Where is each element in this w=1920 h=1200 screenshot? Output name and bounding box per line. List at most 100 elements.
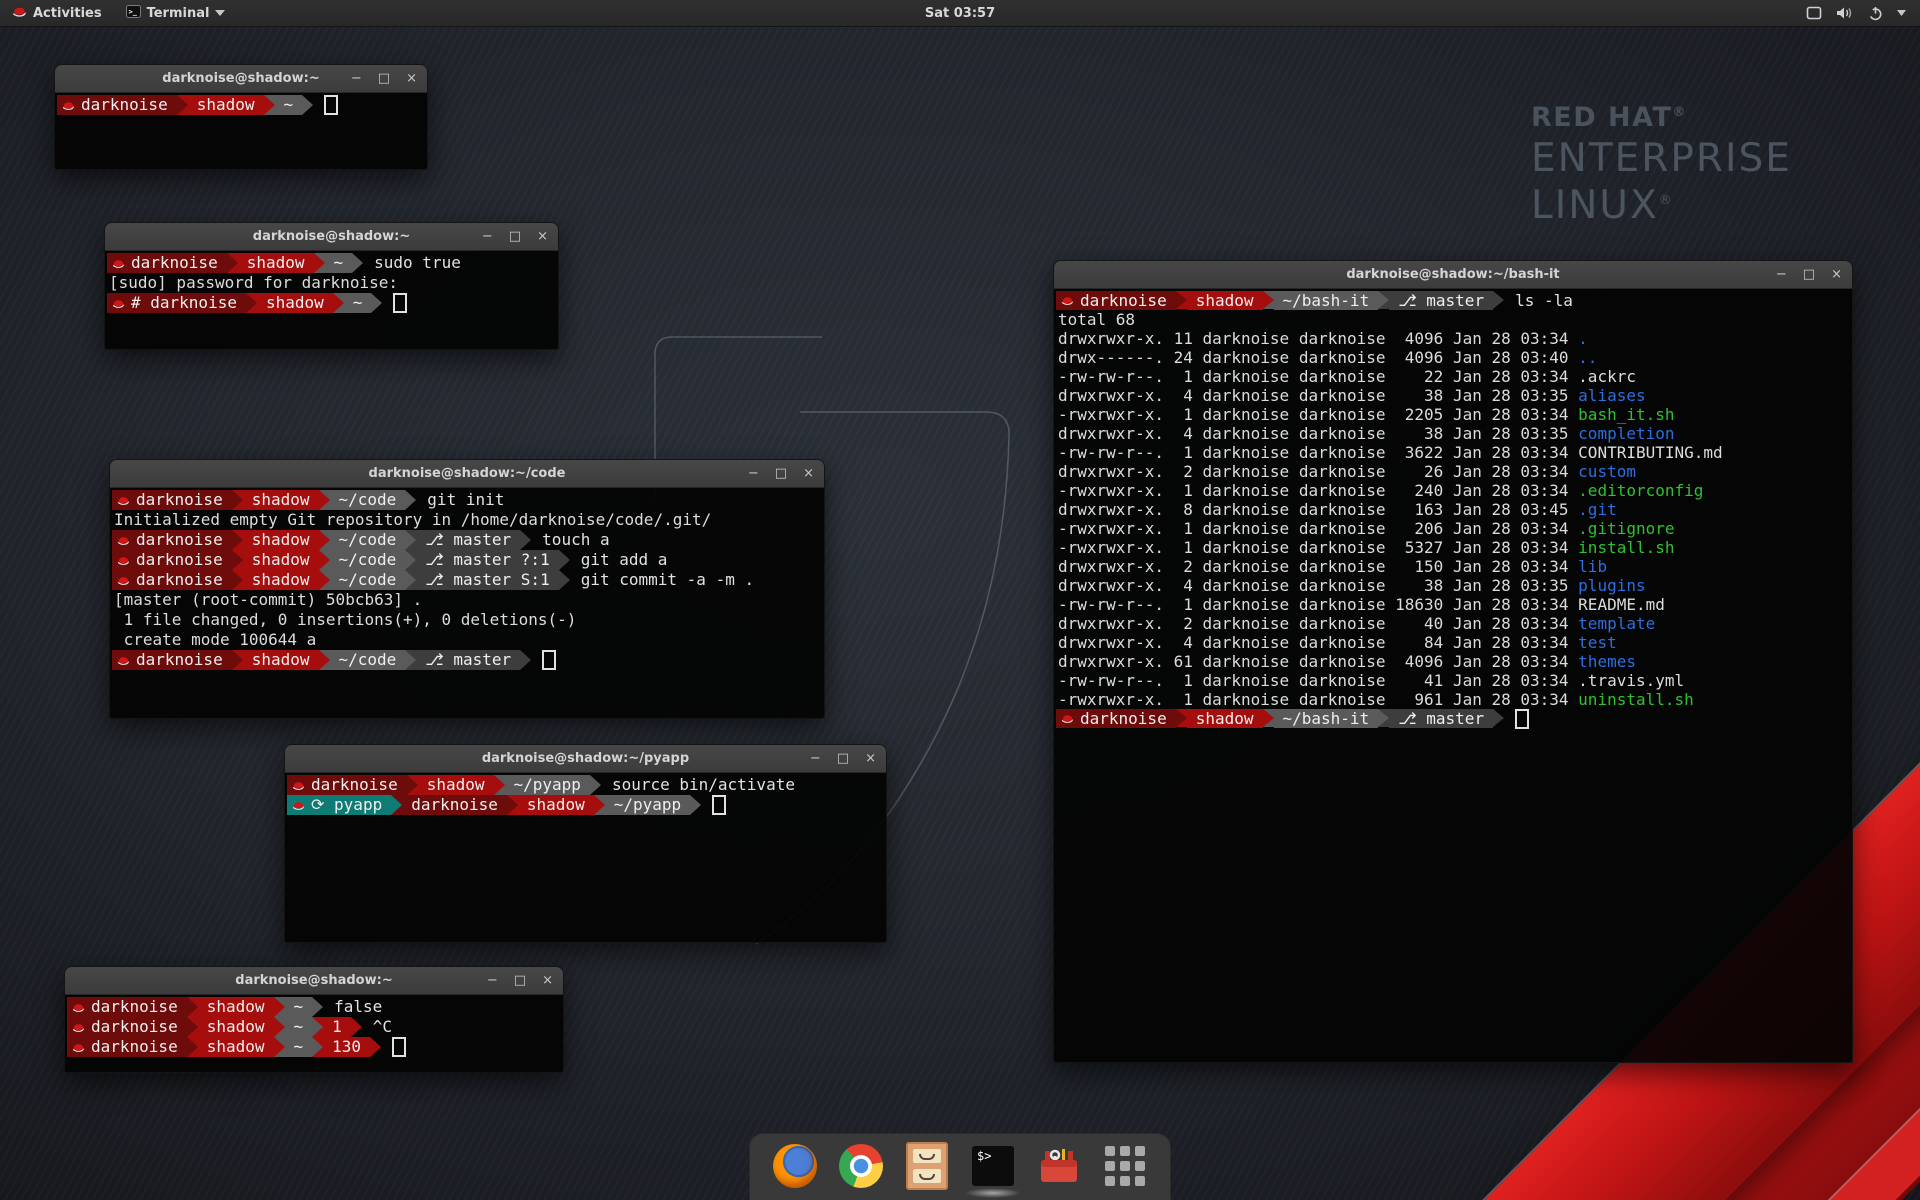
output-text: drwxrwxr-x. 8 darknoise darknoise 163 Ja… (1058, 500, 1578, 519)
segment-separator (333, 293, 344, 313)
toolbox-icon[interactable] (1036, 1143, 1082, 1189)
titlebar[interactable]: darknoise@shadow:~ − □ × (105, 223, 558, 251)
output-line: -rw-rw-r--. 1 darknoise darknoise 3622 J… (1056, 443, 1852, 462)
terminal-content[interactable]: darknoiseshadow~falsedarknoiseshadow~1^C… (65, 995, 563, 1072)
terminal-content[interactable]: darknoiseshadow~ (55, 93, 427, 169)
command-text: source bin/activate (612, 775, 795, 795)
segment-separator (1176, 291, 1187, 309)
prompt-segment-host: shadow (243, 570, 319, 590)
segment-separator (590, 775, 601, 795)
terminal-window-sudo[interactable]: darknoise@shadow:~ − □ × darknoiseshadow~sud… (104, 222, 559, 350)
executable-name: .editorconfig (1578, 481, 1703, 500)
close-button[interactable]: × (1831, 268, 1842, 281)
minimize-button[interactable]: − (1776, 268, 1787, 281)
titlebar[interactable]: darknoise@shadow:~−□× (55, 65, 427, 93)
prompt-segment-path: ~ (285, 1017, 313, 1037)
output-text: -rw-rw-r--. 1 darknoise darknoise 41 Jan… (1058, 671, 1578, 690)
close-button[interactable]: × (803, 467, 814, 480)
segment-separator (370, 1037, 381, 1057)
output-line: drwxrwxr-x. 4 darknoise darknoise 38 Jan… (1056, 576, 1852, 595)
maximize-button[interactable]: □ (775, 467, 787, 480)
segment-separator (319, 570, 330, 590)
titlebar[interactable]: darknoise@shadow:~/pyapp−□× (285, 745, 886, 773)
close-button[interactable]: × (865, 752, 876, 765)
output-text: CONTRIBUTING.md (1578, 443, 1723, 462)
output-line: create mode 100644 a (112, 630, 824, 650)
svg-text:>_: >_ (128, 8, 137, 16)
executable-name: bash_it.sh (1578, 405, 1674, 424)
redhat-icon (112, 530, 132, 550)
command-text: git add a (581, 550, 668, 570)
files-icon[interactable] (904, 1143, 950, 1189)
prompt-segment-path: ~ (325, 253, 353, 273)
terminal-window-bashit[interactable]: darknoise@shadow:~/bash-it−□×darknoisesh… (1053, 260, 1853, 1063)
output-line: 1 file changed, 0 insertions(+), 0 delet… (112, 610, 824, 630)
maximize-button[interactable]: □ (509, 230, 521, 243)
segment-separator (187, 1037, 198, 1057)
prompt-segment-user: darknoise (87, 1017, 187, 1037)
activities-button[interactable]: Activities (0, 0, 114, 26)
minimize-button[interactable]: − (748, 467, 759, 480)
system-status-area[interactable] (1798, 0, 1914, 26)
prompt-segment-user: darknoise (132, 550, 232, 570)
terminal-content[interactable]: darknoiseshadow~/pyappsource bin/activat… (285, 773, 886, 942)
output-text: total 68 (1058, 310, 1135, 329)
prompt-segment-host: shadow (243, 530, 319, 550)
output-text: README.md (1578, 595, 1665, 614)
maximize-button[interactable]: □ (837, 752, 849, 765)
output-text: [sudo] password for darknoise: (109, 273, 398, 292)
redhat-icon (67, 997, 87, 1017)
terminal-icon[interactable]: $> (970, 1143, 1016, 1189)
window-title: darknoise@shadow:~ (253, 229, 410, 244)
terminal-window-home-small[interactable]: darknoise@shadow:~−□×darknoiseshadow~ (54, 64, 428, 170)
maximize-button[interactable]: □ (514, 974, 526, 987)
terminal-window-exitcodes[interactable]: darknoise@shadow:~−□×darknoiseshadow~fal… (64, 966, 564, 1073)
output-text: drwxrwxr-x. 2 darknoise darknoise 26 Jan… (1058, 462, 1578, 481)
prompt-segment-host: shadow (418, 775, 494, 795)
prompt-line: # darknoiseshadow~ (107, 293, 558, 313)
close-button[interactable]: × (406, 72, 417, 85)
directory-name: plugins (1578, 576, 1645, 595)
terminal-window-code[interactable]: darknoise@shadow:~/code−□×darknoiseshado… (109, 459, 825, 719)
minimize-button[interactable]: − (351, 72, 362, 85)
minimize-button[interactable]: − (482, 230, 493, 243)
close-button[interactable]: × (542, 974, 553, 987)
prompt-segment-git: ⎇ master (416, 530, 520, 550)
prompt-segment-git: ⎇ master (1389, 709, 1493, 728)
power-icon (1868, 6, 1883, 21)
segment-separator (232, 550, 243, 570)
app-grid-icon[interactable] (1102, 1143, 1148, 1189)
clock[interactable]: Sat 03:57 (915, 0, 1005, 26)
segment-separator (319, 650, 330, 670)
minimize-button[interactable]: − (487, 974, 498, 987)
app-menu-terminal[interactable]: >_ Terminal (114, 0, 238, 26)
titlebar[interactable]: darknoise@shadow:~/code−□× (110, 460, 824, 488)
titlebar[interactable]: darknoise@shadow:~/bash-it−□× (1054, 261, 1852, 289)
firefox-icon[interactable] (772, 1143, 818, 1189)
screen-icon (1806, 6, 1822, 20)
output-line: drwx------. 24 darknoise darknoise 4096 … (1056, 348, 1852, 367)
output-text: -rwxrwxr-x. 1 darknoise darknoise 5327 J… (1058, 538, 1578, 557)
chrome-icon[interactable] (838, 1143, 884, 1189)
terminal-content[interactable]: darknoiseshadow~/bash-it⎇ masterls -lato… (1054, 289, 1852, 1062)
minimize-button[interactable]: − (810, 752, 821, 765)
close-button[interactable]: × (537, 230, 548, 243)
prompt-segment-user: darknoise (127, 253, 227, 273)
segment-separator (405, 490, 416, 510)
titlebar[interactable]: darknoise@shadow:~−□× (65, 967, 563, 995)
terminal-content[interactable]: darknoiseshadow~/codegit initInitialized… (110, 488, 824, 718)
terminal-content[interactable]: darknoiseshadow~sudo true[sudo] password… (105, 251, 558, 349)
output-line: -rwxrwxr-x. 1 darknoise darknoise 240 Ja… (1056, 481, 1852, 500)
maximize-button[interactable]: □ (378, 72, 390, 85)
output-text: .ackrc (1578, 367, 1636, 386)
prompt-line: darknoiseshadow~/code⎇ master ?:1git add… (112, 550, 824, 570)
prompt-segment-user: darknoise (132, 490, 232, 510)
terminal-cursor (1515, 709, 1529, 729)
segment-separator (232, 530, 243, 550)
terminal-window-pyapp[interactable]: darknoise@shadow:~/pyapp−□×darknoiseshad… (284, 744, 887, 943)
output-line: -rw-rw-r--. 1 darknoise darknoise 41 Jan… (1056, 671, 1852, 690)
maximize-button[interactable]: □ (1803, 268, 1815, 281)
prompt-line: darknoiseshadow~/codegit init (112, 490, 824, 510)
segment-separator (312, 1037, 323, 1057)
segment-separator (405, 550, 416, 570)
